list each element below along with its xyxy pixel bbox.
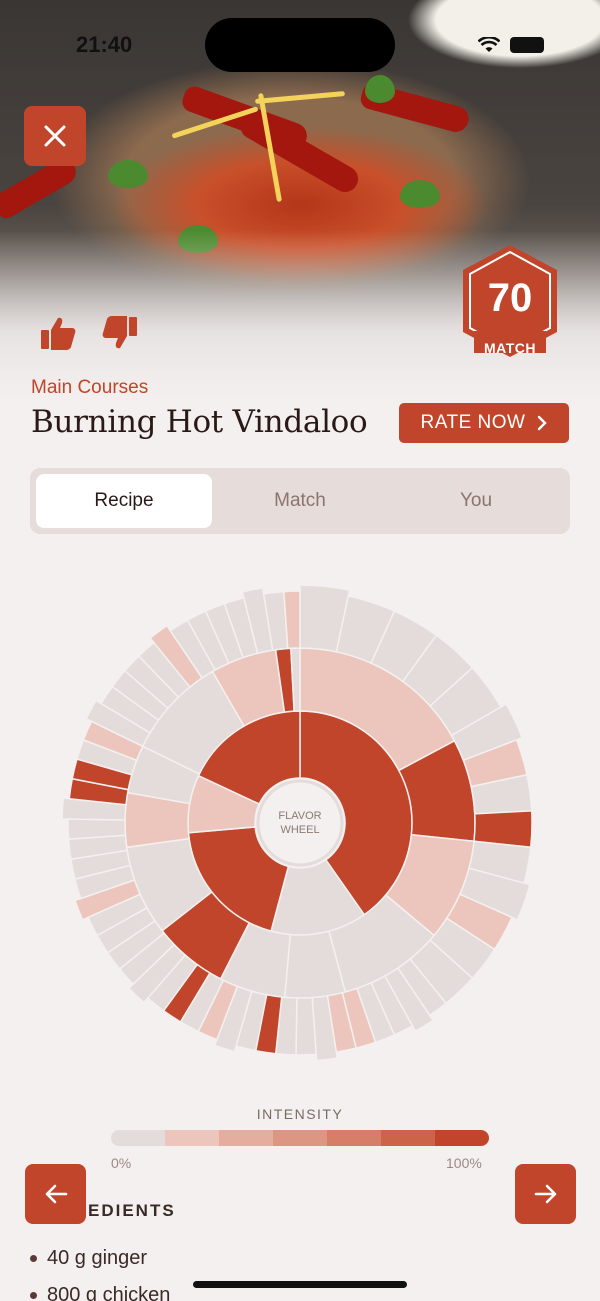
arrow-right-icon [534, 1184, 556, 1204]
intensity-label: INTENSITY [256, 1106, 344, 1122]
wifi-icon [478, 37, 500, 52]
intensity-step [327, 1130, 381, 1146]
intensity-step [273, 1130, 327, 1146]
previous-button[interactable] [25, 1164, 86, 1224]
cilantro-garnish [108, 160, 148, 188]
thumbs-up-icon[interactable] [40, 316, 76, 350]
ingredient-item: 800 g chicken [30, 1277, 170, 1301]
match-label: MATCH [483, 340, 536, 356]
intensity-step [381, 1130, 435, 1146]
chevron-right-icon [538, 415, 548, 431]
ingredients-heading: EDIENTS [88, 1201, 176, 1220]
intensity-step [165, 1130, 219, 1146]
ingredients-list: 40 g ginger 800 g chicken [30, 1240, 170, 1301]
flavor-wheel[interactable]: FLAVOR WHEEL [50, 553, 570, 1073]
tab-match[interactable]: Match [212, 474, 388, 528]
cilantro-garnish [365, 75, 395, 103]
intensity-min: 0% [111, 1155, 132, 1171]
close-button[interactable] [24, 106, 86, 166]
home-indicator [193, 1281, 407, 1288]
flavor-segment[interactable] [67, 818, 127, 840]
flavor-wheel-label: FLAVOR [278, 810, 321, 822]
ingredient-item: 40 g ginger [30, 1240, 170, 1277]
battery-icon [510, 37, 544, 53]
camera-notch [205, 18, 395, 72]
intensity-max: 100% [446, 1155, 482, 1171]
flavor-segment[interactable] [295, 996, 317, 1056]
arrow-left-icon [45, 1184, 67, 1204]
rate-now-label: RATE NOW [420, 412, 526, 433]
status-icons [478, 37, 544, 53]
flavor-wheel-center [256, 779, 344, 867]
status-time: 21:40 [76, 32, 133, 57]
next-button[interactable] [515, 1164, 576, 1224]
thumbs-down-icon[interactable] [102, 316, 138, 350]
match-score: 70 [487, 276, 533, 320]
intensity-step [435, 1130, 489, 1146]
tab-you[interactable]: You [388, 474, 564, 528]
intensity-step [219, 1130, 273, 1146]
tab-recipe[interactable]: Recipe [36, 474, 212, 528]
intensity-scale [111, 1130, 489, 1146]
flavor-wheel-label: WHEEL [280, 824, 319, 836]
recipe-title: Burning Hot Vindaloo [31, 404, 368, 440]
intensity-step [111, 1130, 165, 1146]
recipe-category[interactable]: Main Courses [31, 377, 148, 399]
cilantro-garnish [400, 180, 440, 208]
close-icon [44, 125, 66, 147]
segment-tabs: Recipe Match You [30, 468, 570, 534]
rate-now-button[interactable]: RATE NOW [399, 403, 569, 443]
